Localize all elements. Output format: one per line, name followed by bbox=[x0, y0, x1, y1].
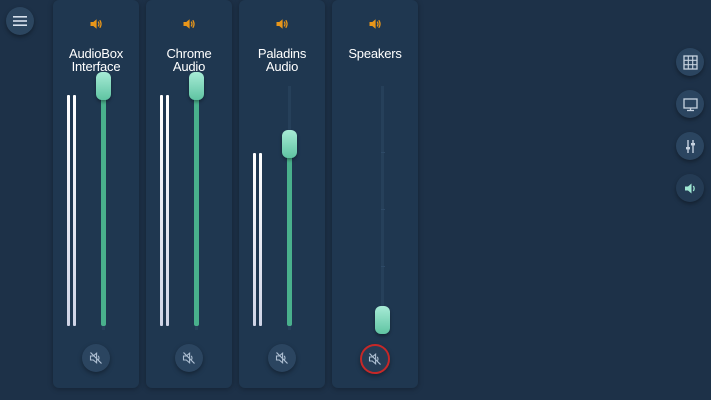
equalizer-button[interactable] bbox=[676, 132, 704, 160]
mute-icon bbox=[275, 352, 288, 364]
mute-icon bbox=[182, 352, 195, 364]
speaker-icon bbox=[183, 19, 195, 29]
fader-tick bbox=[381, 152, 385, 153]
fader-tick bbox=[381, 209, 385, 210]
grid-view-button[interactable] bbox=[676, 48, 704, 76]
mute-icon bbox=[89, 352, 102, 364]
grid-icon bbox=[682, 54, 698, 70]
level-meter-right bbox=[73, 95, 76, 326]
channel-label: Speakers bbox=[348, 46, 402, 61]
level-meter-right bbox=[259, 152, 262, 326]
monitor-icon bbox=[682, 97, 698, 111]
mute-button[interactable] bbox=[175, 344, 203, 372]
channel-label: AudioBox Interface bbox=[68, 46, 124, 74]
fader-track[interactable] bbox=[381, 86, 384, 330]
display-button[interactable] bbox=[676, 90, 704, 118]
speaker-icon bbox=[369, 19, 381, 29]
channel-label: Chrome Audio bbox=[166, 46, 212, 74]
channel-strip: Chrome Audio bbox=[146, 0, 232, 388]
volume-fader-thumb[interactable] bbox=[282, 129, 297, 158]
channel-label: Paladins Audio bbox=[257, 46, 307, 74]
channel-strip: Paladins Audio bbox=[239, 0, 325, 388]
channel-strip: AudioBox Interface bbox=[53, 0, 139, 388]
fader-fill bbox=[101, 86, 106, 326]
menu-button[interactable] bbox=[6, 7, 34, 35]
fader-tick bbox=[381, 266, 385, 267]
mute-button[interactable] bbox=[82, 344, 110, 372]
level-meter-left bbox=[67, 95, 70, 326]
level-meter-left bbox=[253, 152, 256, 326]
mute-button[interactable] bbox=[268, 344, 296, 372]
speaker-icon bbox=[276, 19, 288, 29]
speaker-icon bbox=[90, 19, 102, 29]
channel-strip: Speakers bbox=[332, 0, 418, 388]
mute-button[interactable] bbox=[360, 344, 390, 374]
volume-icon bbox=[684, 183, 695, 193]
volume-fader-thumb[interactable] bbox=[189, 72, 204, 100]
level-meter-right bbox=[166, 95, 169, 326]
fader-fill bbox=[287, 143, 292, 326]
volume-mixer-button[interactable] bbox=[676, 174, 704, 202]
volume-fader-thumb[interactable] bbox=[375, 306, 390, 334]
hamburger-menu-icon bbox=[13, 16, 27, 26]
fader-fill bbox=[194, 86, 199, 326]
level-meter-left bbox=[160, 95, 163, 326]
equalizer-icon bbox=[685, 139, 695, 153]
mute-icon bbox=[368, 353, 381, 365]
volume-fader-thumb[interactable] bbox=[96, 72, 111, 100]
